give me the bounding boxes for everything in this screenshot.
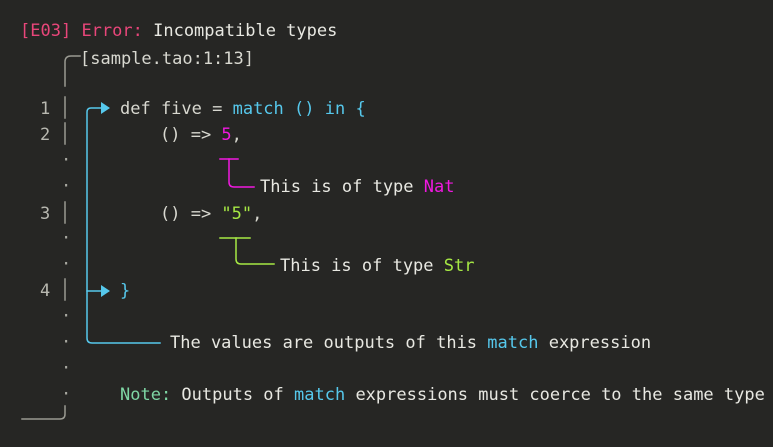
- diagnostic-report: [E03] Error: Incompatible types [sample.…: [0, 0, 773, 447]
- str-literal: "5": [221, 204, 253, 224]
- gutter-dot: ·: [61, 176, 72, 196]
- line-number: 2: [40, 125, 51, 145]
- gutter-dot: ·: [61, 306, 72, 326]
- line-number: 3: [40, 204, 51, 224]
- nat-connector: [228, 158, 255, 188]
- nat-literal: 5: [221, 125, 232, 145]
- code-line: () => "5",: [160, 204, 263, 224]
- gutter-dot: ·: [61, 228, 72, 248]
- match-label: The values are outputs of this match exp…: [170, 333, 652, 353]
- line-number: 4: [40, 281, 51, 301]
- note-label: Note:: [120, 385, 172, 405]
- gutter-bottom-bracket: [21, 405, 66, 420]
- note-line: Note: Outputs of match expressions must …: [120, 385, 765, 405]
- error-header: [E03] Error: Incompatible types: [20, 21, 337, 41]
- gutter-dot: ·: [61, 332, 72, 352]
- match-span-connector: [86, 107, 161, 344]
- code-line: () => 5,: [160, 125, 242, 145]
- code-line: }: [120, 281, 131, 301]
- error-code: [E03]: [20, 21, 72, 41]
- source-location: [sample.tao:1:13]: [80, 49, 254, 69]
- match-keyword: match: [232, 99, 284, 119]
- gutter-dot: ·: [61, 254, 72, 274]
- str-type-label: This is of type Str: [280, 256, 475, 276]
- gutter-dot: ·: [61, 150, 72, 170]
- gutter-dot: ·: [61, 358, 72, 378]
- arrow-right-icon: [101, 285, 110, 297]
- error-label: Error:: [81, 21, 143, 41]
- arrow-right-icon: [101, 102, 110, 114]
- error-message: Incompatible types: [153, 21, 338, 41]
- str-connector: [235, 237, 275, 265]
- gutter-dot: ·: [61, 384, 72, 404]
- line-number: 1: [40, 99, 51, 119]
- nat-type-label: This is of type Nat: [260, 177, 455, 197]
- code-line: def five = match () in {: [120, 99, 366, 119]
- gutter-top-bracket: [64, 55, 81, 87]
